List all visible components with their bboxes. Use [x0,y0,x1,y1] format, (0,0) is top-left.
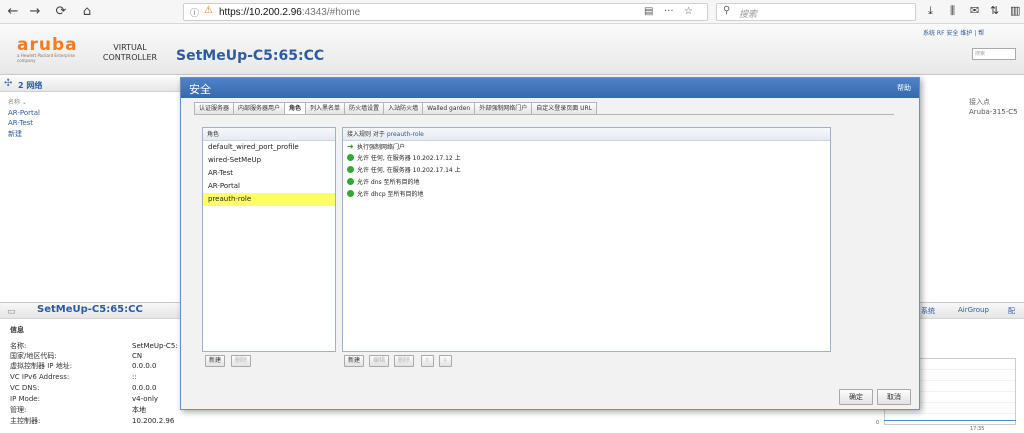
rule-item[interactable]: 允许 任何, 在服务器 10.202.17.14 上 [343,165,830,177]
browser-toolbar: ← → ⟳ ⌂ ⓘ ⚠ https://10.200.2.96:4343/#ho… [0,0,1024,24]
info-icon[interactable]: ⓘ [190,6,199,19]
access-rules-list: 接入规则 对于 preauth-role ➜ 执行强制网络门户 允许 任何, 在服… [342,127,831,352]
chart-zero-label: 0 [876,420,880,426]
dialog-titlebar: 安全 帮助 [181,78,919,98]
network-item-ar-test[interactable]: AR-Test [8,119,33,127]
info-row: 名称: SetMeUp-C5: [10,342,178,350]
info-row: VC DNS: 0.0.0.0 [10,384,157,392]
arrow-right-icon: ➜ [347,142,354,151]
tab-divider [194,114,894,115]
delete-role-button[interactable]: 删除 [231,355,252,367]
allow-dot-icon [347,190,354,197]
info-row: 国家/地区代码: CN [10,352,143,360]
tab-custom-login-url[interactable]: 自定义登录页面 URL [531,102,598,114]
tab-firewall-settings[interactable]: 防火墙设置 [344,102,385,114]
roles-list: 角色 default_wired_port_profile wired-SetM… [202,127,336,352]
security-dialog: 安全 帮助 认证服务器 内部服务器用户 角色 列入黑名单 防火墙设置 入站防火墙 Walle… [180,77,920,410]
page-title: SetMeUp-C5:65:CC [176,48,325,64]
new-role-button[interactable]: 新建 [205,355,226,367]
help-link[interactable]: 帮助 [897,83,911,93]
rule-item[interactable]: 允许 任何, 在服务器 10.202.17.12 上 [343,153,830,165]
library-icon[interactable]: ⫼ [950,4,955,18]
aruba-logo: aruba a Hewlett Packard Enterprise compa… [17,35,78,64]
chat-icon[interactable]: ✉ [970,4,979,17]
tab-config[interactable]: 配 [1008,306,1015,316]
edit-rule-button[interactable]: 编辑 [369,355,390,367]
info-heading: 信息 [10,326,24,334]
controller-title: SetMeUp-C5:65:CC [37,304,143,315]
reader-view-icon[interactable]: ▤ [644,6,653,17]
sync-icon[interactable]: ⇅ [990,4,999,17]
url-text: https://10.200.2.96:4343/#home [219,7,361,18]
app-search-input[interactable]: 搜索 [972,48,1016,60]
bookmark-star-icon[interactable]: ☆ [684,6,693,17]
roles-header: 角色 [203,128,335,141]
top-menu-links[interactable]: 系统 RF 安全 维护 | 帮 [923,28,984,37]
sidebar-icon[interactable]: ▥ [1010,4,1020,17]
tab-inbound-firewall[interactable]: 入站防火墙 [383,102,424,114]
tab-walled-garden[interactable]: Walled garden [422,102,476,114]
tab-auth-servers[interactable]: 认证服务器 [194,102,235,114]
info-row: 虚拟控制器 IP 地址: 0.0.0.0 [10,362,157,370]
network-icon: ✣ [4,78,13,89]
home-icon[interactable]: ⌂ [78,3,96,21]
dialog-title: 安全 [189,83,211,96]
back-arrow-icon[interactable]: ← [4,3,22,21]
rule-item[interactable]: 允许 dns 至所有目的地 [343,177,830,189]
allow-dot-icon [347,166,354,173]
address-bar[interactable]: ⓘ ⚠ https://10.200.2.96:4343/#home ▤ ···… [183,3,708,21]
tab-blacklist[interactable]: 列入黑名单 [305,102,346,114]
usage-chart-line [884,420,1016,421]
networks-header: ✣ 2 网络 [0,77,190,92]
insecure-lock-icon[interactable]: ⚠ [204,5,213,16]
downloads-icon[interactable]: ⤓ [928,4,933,18]
info-row: IP Mode: v4-only [10,395,159,403]
role-item[interactable]: wired-SetMeUp [203,154,335,167]
controller-icon: ▭ [7,307,16,317]
tab-internal-users[interactable]: 内部服务器用户 [233,102,286,114]
access-point-column: 接入点 [969,98,990,106]
ok-button[interactable]: 确定 [839,389,873,405]
info-row: 管理: 本地 [10,406,146,414]
info-row: 主控制器: 10.200.2.96 [10,417,175,425]
network-item-ar-portal[interactable]: AR-Portal [8,109,40,117]
chart-time-label: 17:35 [970,426,985,432]
new-rule-button[interactable]: 新建 [344,355,365,367]
access-rules-header: 接入规则 对于 preauth-role [343,128,830,141]
role-item[interactable]: AR-Test [203,167,335,180]
tab-roles[interactable]: 角色 [284,102,307,114]
delete-rule-button[interactable]: 删除 [394,355,415,367]
tab-system[interactable]: 系统 [921,306,935,316]
page-actions-icon[interactable]: ··· [664,6,674,17]
networks-count-title: 2 网络 [18,81,43,90]
access-point-name[interactable]: Aruba-315-C5 [969,108,1018,116]
new-network-link[interactable]: 新建 [8,129,22,139]
search-icon: ⚲ [723,5,731,16]
virtual-controller-label: VIRTUAL CONTROLLER [102,43,158,62]
move-up-button[interactable]: ⇧ [421,355,435,367]
network-name-column[interactable]: 名称 ⌄ [8,97,27,106]
allow-dot-icon [347,178,354,185]
role-item[interactable]: AR-Portal [203,180,335,193]
forward-arrow-icon[interactable]: → [26,3,44,21]
tab-airgroup[interactable]: AirGroup [958,306,989,314]
cancel-button[interactable]: 取消 [877,389,911,405]
rule-item[interactable]: ➜ 执行强制网络门户 [343,141,830,153]
search-placeholder: 搜索 [739,10,758,20]
tab-external-captive-portal[interactable]: 外部强制网络门户 [474,102,533,114]
rule-item[interactable]: 允许 dhcp 至所有目的地 [343,189,830,201]
browser-search-input[interactable]: ⚲ 搜索 [716,3,916,21]
move-down-button[interactable]: ⇩ [439,355,453,367]
info-row: VC IPv6 Address::: [10,373,137,381]
role-item-selected[interactable]: preauth-role [203,193,335,206]
allow-dot-icon [347,154,354,161]
role-item[interactable]: default_wired_port_profile [203,141,335,154]
reload-icon[interactable]: ⟳ [52,3,70,21]
